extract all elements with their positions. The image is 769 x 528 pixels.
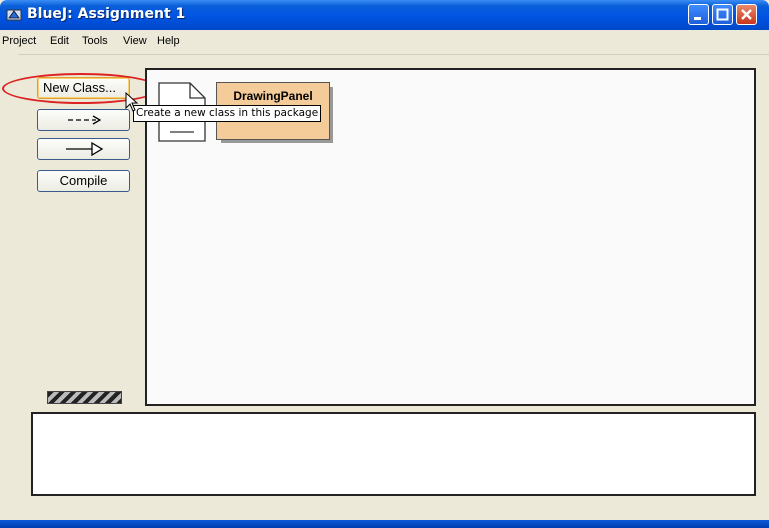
menu-bar: Project Edit Tools View Help [0,30,769,55]
busy-indicator [47,391,122,404]
window-title: BlueJ: Assignment 1 [27,6,186,22]
class-shadow [330,87,333,143]
maximize-button[interactable] [712,4,733,25]
taskbar-strip [0,520,769,528]
menu-view[interactable]: View [123,35,147,47]
message-area[interactable] [31,412,756,496]
bluej-app-icon [6,9,22,21]
mouse-cursor-icon [125,92,139,112]
maximize-icon [716,8,729,21]
close-button[interactable] [736,4,757,25]
uses-arrow-button[interactable] [37,109,130,131]
left-frame [0,54,18,528]
menu-tools[interactable]: Tools [82,35,108,47]
minimize-icon [694,17,701,20]
compile-button[interactable]: Compile [37,170,130,192]
dashed-arrow-icon [68,115,102,125]
menu-help[interactable]: Help [157,35,180,47]
inheritance-arrow-icon [66,141,104,157]
title-bar[interactable]: BlueJ: Assignment 1 [0,0,769,30]
inherits-arrow-button[interactable] [37,138,130,160]
class-name: DrawingPanel [233,89,313,103]
menu-project[interactable]: Project [2,35,36,47]
minimize-button[interactable] [688,4,709,25]
tooltip: Create a new class in this package [133,105,322,122]
class-shadow [221,140,333,143]
menu-edit[interactable]: Edit [50,35,69,47]
close-icon [741,9,752,20]
